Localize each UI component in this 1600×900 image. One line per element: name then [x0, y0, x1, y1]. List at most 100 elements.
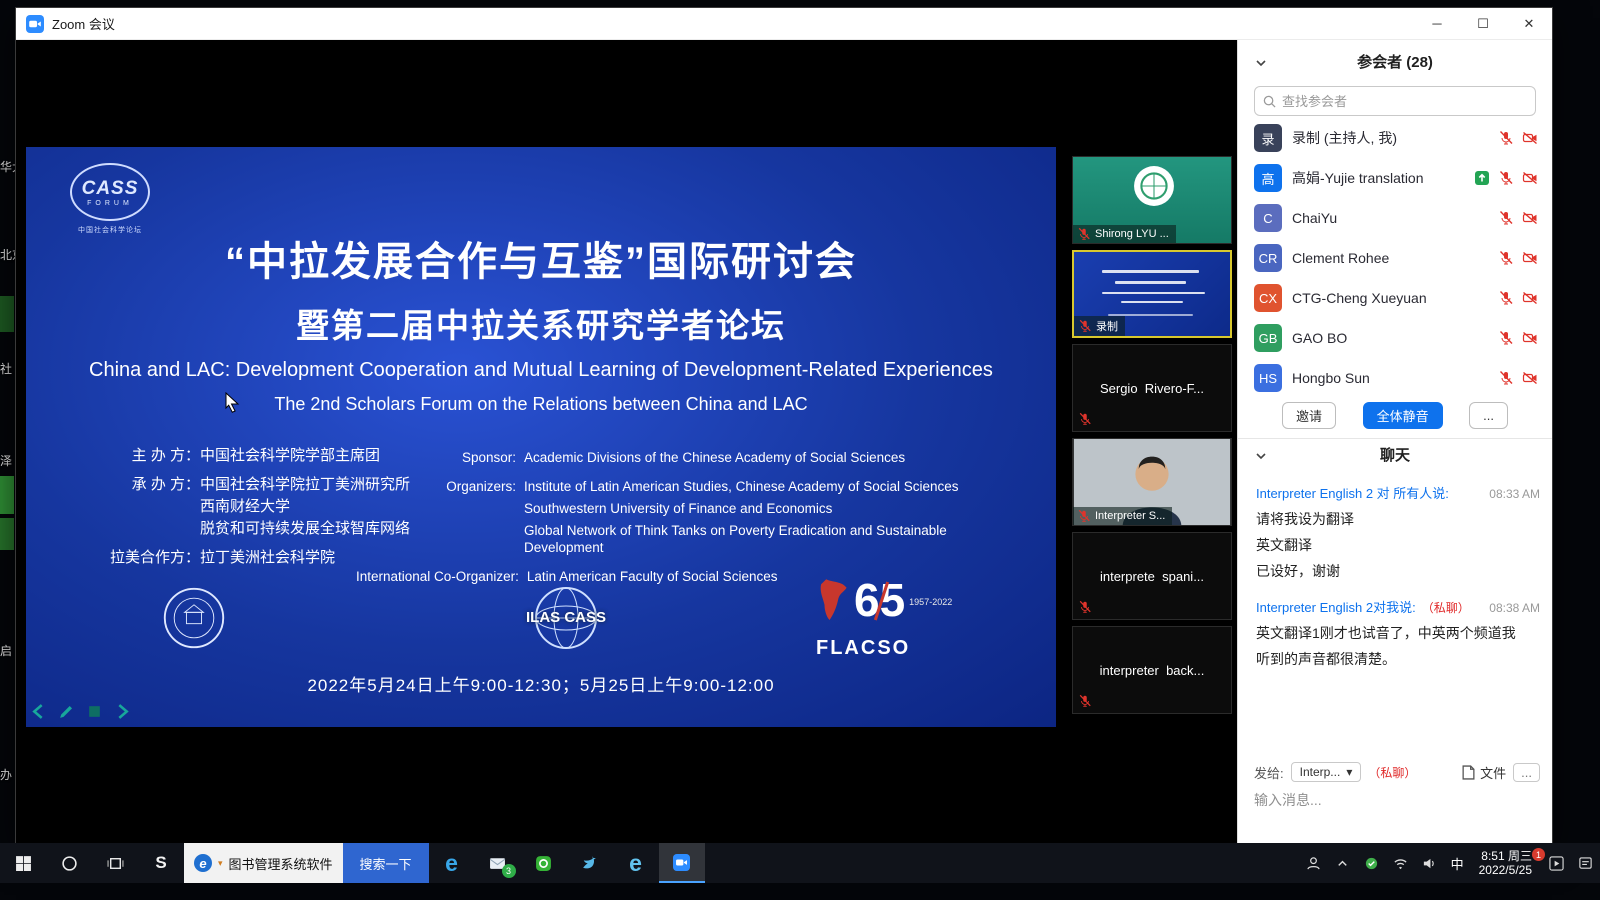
- ilas-logo-text: ILAS CASS: [496, 609, 636, 626]
- edge-icon: e: [445, 850, 458, 877]
- show-hidden-icons-button[interactable]: [1328, 843, 1357, 883]
- mic-muted-icon: [1078, 600, 1092, 614]
- participant-search[interactable]: [1254, 86, 1536, 116]
- participant-name: Clement Rohee: [1292, 250, 1488, 266]
- camera-off-icon: [1522, 170, 1538, 186]
- participant-name: CTG-Cheng Xueyuan: [1292, 290, 1488, 306]
- slide-subtitle-cn: 暨第二届中拉关系研究学者论坛: [26, 299, 1056, 347]
- participant-row[interactable]: HS Hongbo Sun: [1238, 358, 1552, 398]
- notification-icon: [1578, 856, 1593, 871]
- video-tile-recording[interactable]: 录制: [1072, 250, 1232, 338]
- participant-name: GAO BO: [1292, 330, 1488, 346]
- recipient-dropdown[interactable]: Interp...▾: [1291, 762, 1362, 782]
- participant-row[interactable]: GB GAO BO: [1238, 318, 1552, 358]
- participant-row[interactable]: CR Clement Rohee: [1238, 238, 1552, 278]
- collapse-chevron-icon[interactable]: [1254, 449, 1268, 463]
- start-button[interactable]: [0, 843, 46, 883]
- participant-row[interactable]: C ChaiYu: [1238, 198, 1552, 238]
- prev-arrow-icon[interactable]: [30, 703, 47, 720]
- taskbar-clock[interactable]: 8:51 周三 2022/5/25 1: [1471, 849, 1542, 877]
- people-tray-button[interactable]: [1299, 843, 1328, 883]
- next-arrow-icon[interactable]: [114, 703, 131, 720]
- presentation-slide: CASS FORUM 中国社会科学论坛 “中拉发展合作与互鉴”国际研讨会 暨第二…: [26, 147, 1056, 727]
- invite-button[interactable]: 邀请: [1282, 402, 1336, 429]
- network-tray-icon[interactable]: [1386, 843, 1415, 883]
- s-app-icon: S: [155, 853, 166, 873]
- participant-row[interactable]: 录 录制 (主持人, 我): [1238, 118, 1552, 158]
- cass-logo-text: CASS: [82, 178, 139, 200]
- screen-share-on-icon: [1474, 170, 1490, 186]
- participant-search-input[interactable]: [1282, 94, 1527, 109]
- rectangle-tool-icon[interactable]: [86, 703, 103, 720]
- file-icon: [1462, 765, 1475, 780]
- participant-row[interactable]: CX CTG-Cheng Xueyuan: [1238, 278, 1552, 318]
- cortana-search-button[interactable]: [46, 843, 92, 883]
- video-tile-sergio[interactable]: Sergio Rivero-F...: [1072, 344, 1232, 432]
- antivirus-tray-icon[interactable]: [1357, 843, 1386, 883]
- desktop-icon-fragment: 华大: [0, 158, 15, 175]
- participants-more-button[interactable]: ...: [1469, 402, 1508, 429]
- mail-badge: 3: [502, 864, 516, 878]
- participant-name: 高娟-Yujie translation: [1292, 168, 1464, 188]
- video-tile-interprete-spanish[interactable]: interprete spani...: [1072, 532, 1232, 620]
- bird-app-button[interactable]: [567, 843, 613, 883]
- side-panel: 参会者 (28) 录 录制 (主持人, 我) 高 高娟-Yujie t: [1237, 40, 1552, 844]
- mic-muted-icon: [1498, 330, 1514, 346]
- chat-message-header: Interpreter English 2 对 所有人说: 08:33 AM: [1256, 483, 1540, 502]
- mail-app-button[interactable]: 3: [475, 843, 521, 883]
- chat-more-button[interactable]: ...: [1513, 763, 1540, 782]
- maximize-button[interactable]: ☐: [1460, 8, 1506, 39]
- wifi-icon: [1393, 856, 1408, 871]
- ime-app-button[interactable]: S: [138, 843, 184, 883]
- ime-indicator[interactable]: 中: [1444, 843, 1471, 883]
- participants-header: 参会者 (28): [1238, 48, 1552, 78]
- file-button[interactable]: 文件: [1462, 763, 1506, 782]
- chat-message: 已设好，谢谢: [1256, 563, 1540, 580]
- mic-muted-icon: [1498, 290, 1514, 306]
- bird-icon: [581, 855, 598, 872]
- ie-browser-button[interactable]: e: [613, 843, 659, 883]
- library-app-toolbar[interactable]: e ▾ 图书管理系统软件: [184, 843, 343, 883]
- avatar: GB: [1254, 324, 1282, 352]
- collapse-chevron-icon[interactable]: [1254, 56, 1268, 70]
- flacso-logo: 65 1957-2022 FLACSO: [816, 577, 952, 660]
- private-tag: （私聊）: [1422, 599, 1470, 616]
- zoom-taskbar-button[interactable]: [659, 843, 705, 883]
- pen-icon[interactable]: [58, 703, 75, 720]
- video-tile-shirong[interactable]: Shirong LYU ...: [1072, 156, 1232, 244]
- window-titlebar: Zoom 会议 ─ ☐ ✕: [16, 8, 1552, 40]
- library-app-icon: e: [194, 854, 212, 872]
- action-center-button[interactable]: [1571, 843, 1600, 883]
- task-view-button[interactable]: [92, 843, 138, 883]
- participants-title: 参会者 (28): [1238, 48, 1552, 78]
- chat-title: 聊天: [1238, 439, 1552, 473]
- search-circle-icon: [61, 855, 78, 872]
- zoom-icon: [673, 854, 690, 871]
- system-tray: 中 8:51 周三 2022/5/25 1: [1299, 843, 1600, 883]
- mute-all-button[interactable]: 全体静音: [1363, 402, 1443, 429]
- video-tile-interpreter-backup[interactable]: interpreter back...: [1072, 626, 1232, 714]
- minimize-button[interactable]: ─: [1414, 8, 1460, 39]
- close-button[interactable]: ✕: [1506, 8, 1552, 39]
- chat-input[interactable]: [1254, 792, 1536, 808]
- slide-date-line: 2022年5月24日上午9:00-12:30；5月25日上午9:00-12:00: [26, 671, 1056, 696]
- flacso-name: FLACSO: [816, 637, 952, 660]
- green-app-button[interactable]: [521, 843, 567, 883]
- mic-muted-icon: [1498, 130, 1514, 146]
- chat-sender: Interpreter English 2对我说:: [1256, 597, 1416, 616]
- send-to-label: 发给:: [1254, 763, 1284, 782]
- mic-muted-icon: [1078, 319, 1092, 333]
- shared-screen-area: CASS FORUM 中国社会科学论坛 “中拉发展合作与互鉴”国际研讨会 暨第二…: [16, 40, 1237, 844]
- participant-row[interactable]: 高 高娟-Yujie translation: [1238, 158, 1552, 198]
- chat-message-header: Interpreter English 2对我说: （私聊） 08:38 AM: [1256, 597, 1540, 616]
- participant-video-name: Interpreter S...: [1095, 510, 1165, 522]
- edge-browser-button[interactable]: e: [429, 843, 475, 883]
- avatar: C: [1254, 204, 1282, 232]
- volume-tray-icon[interactable]: [1415, 843, 1444, 883]
- mic-muted-icon: [1078, 412, 1092, 426]
- taskbar-search-button[interactable]: 搜索一下: [343, 843, 429, 883]
- media-tray-icon[interactable]: [1542, 843, 1571, 883]
- flacso-years: 1957-2022: [909, 597, 952, 607]
- chevron-down-icon: ▾: [1346, 765, 1352, 779]
- video-tile-interpreter[interactable]: Interpreter S...: [1072, 438, 1232, 526]
